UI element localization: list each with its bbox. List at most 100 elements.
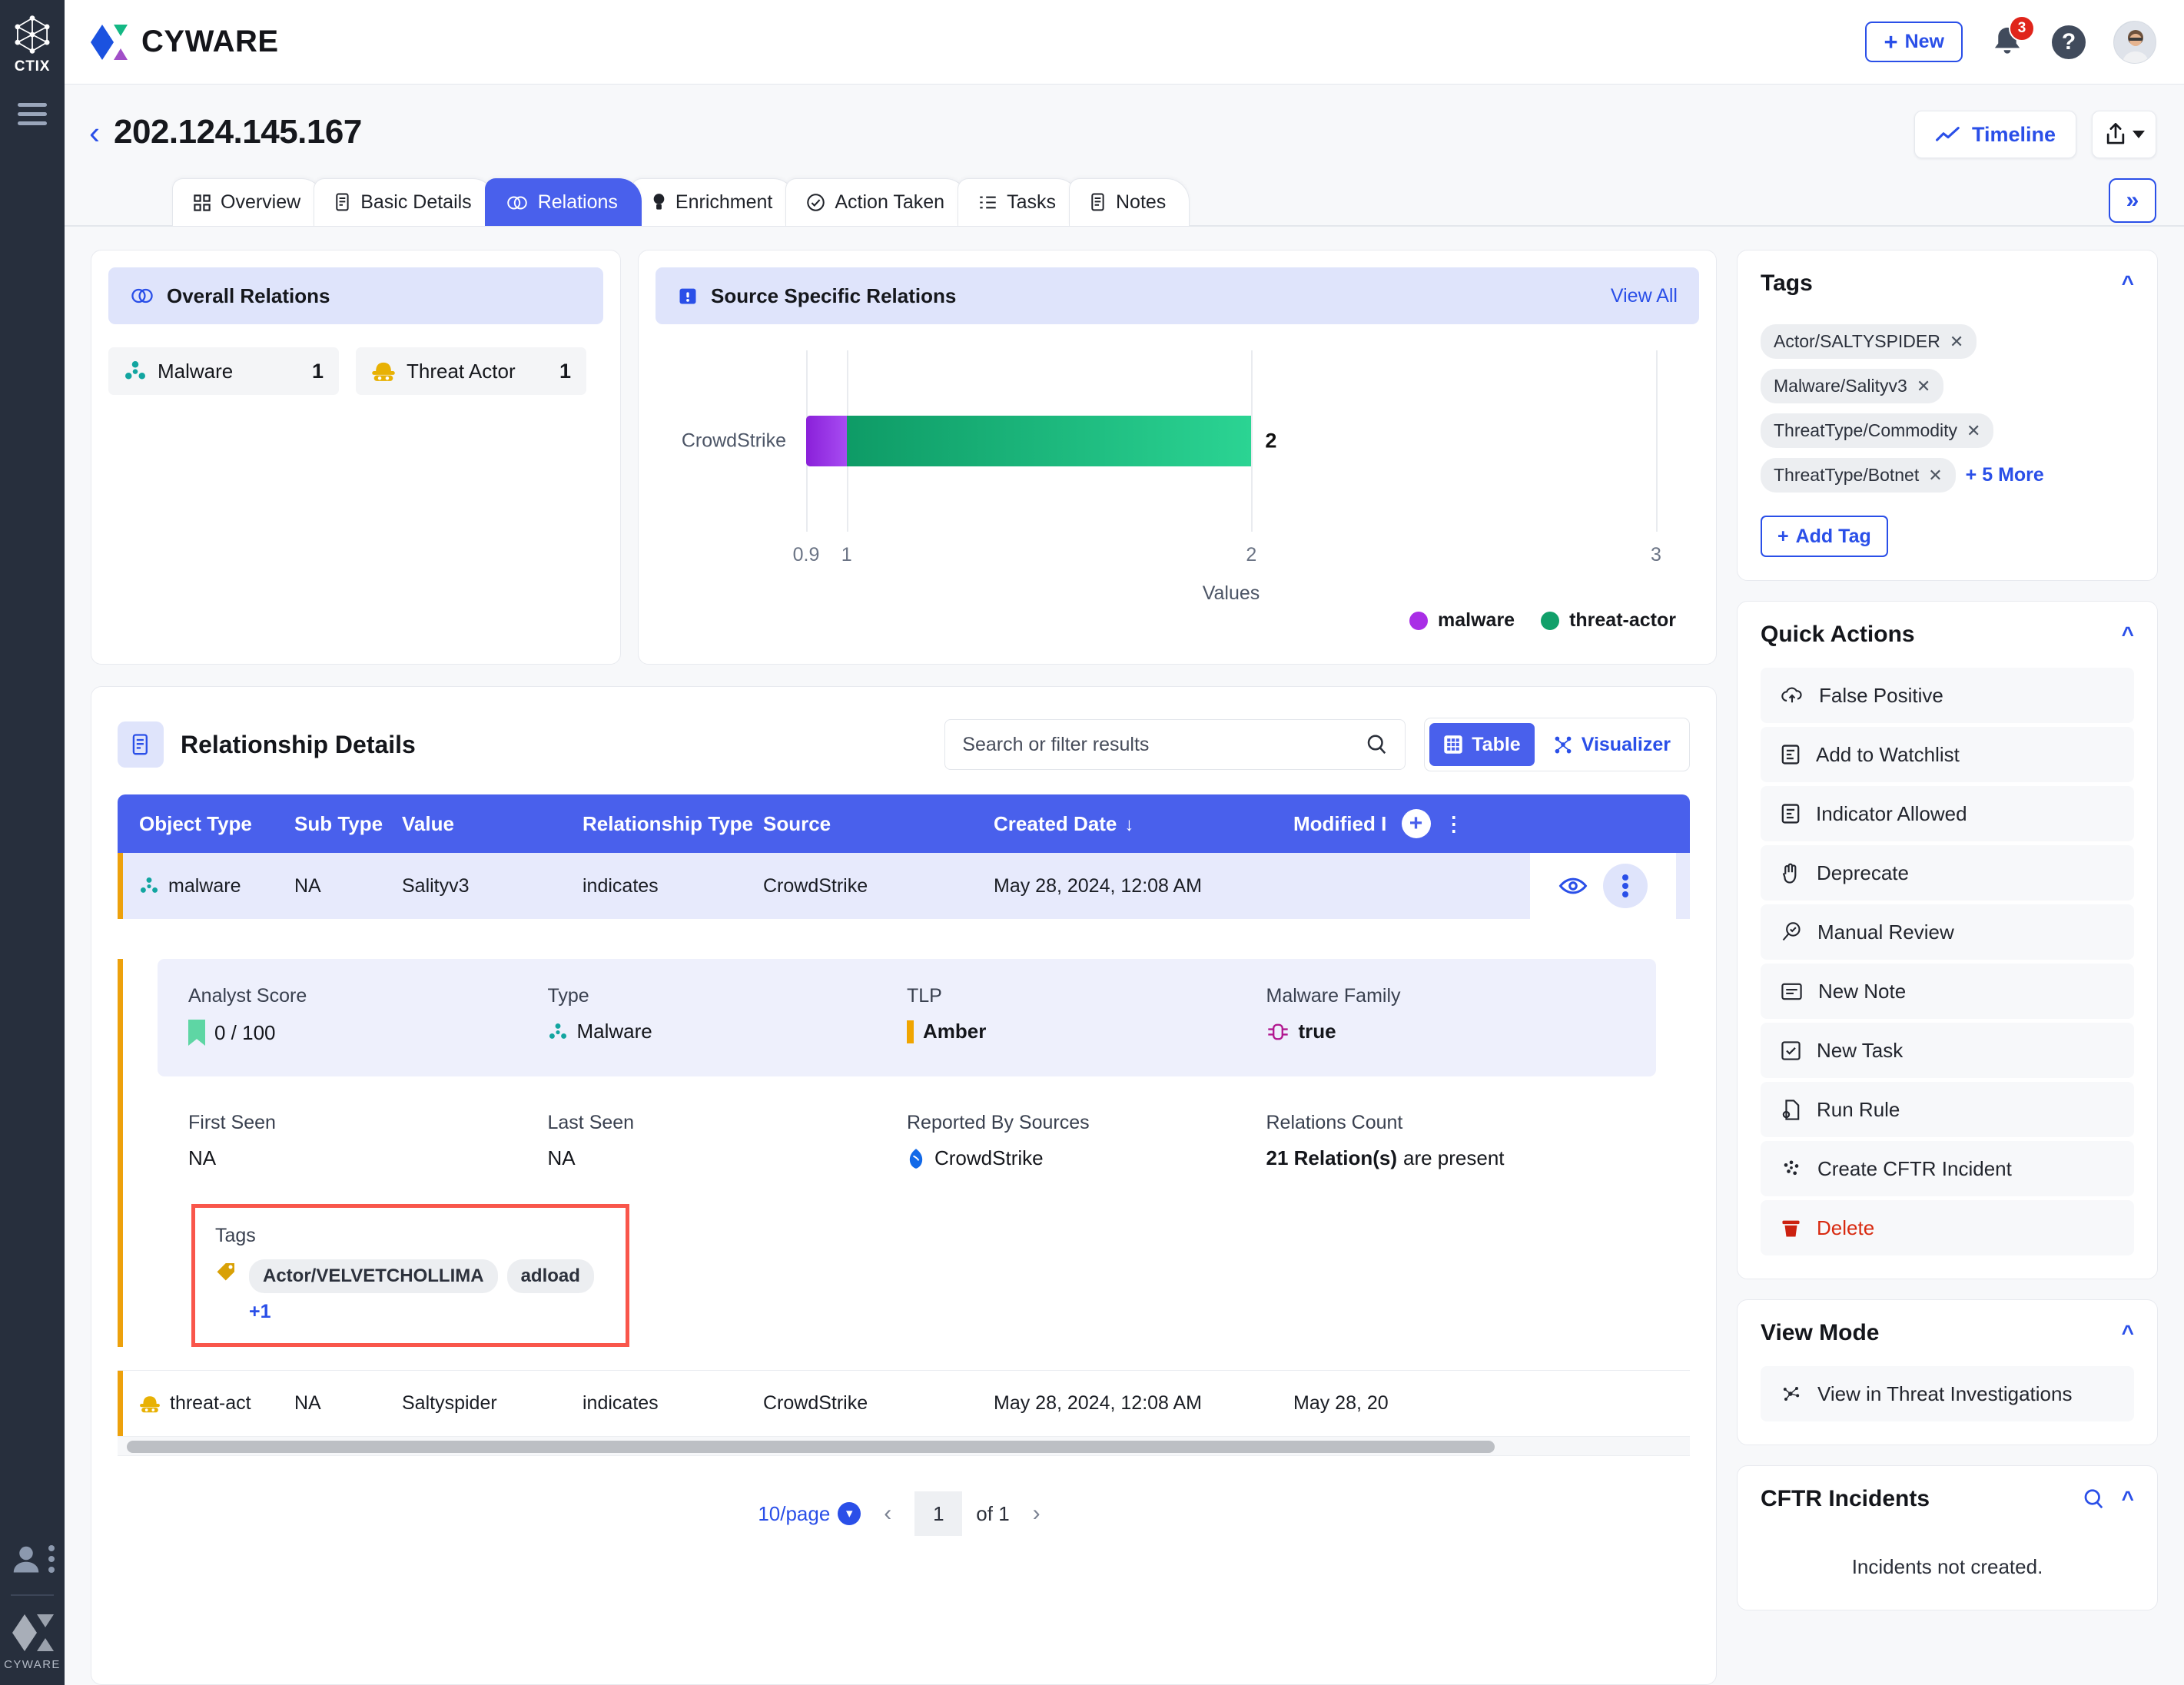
add-tag-button[interactable]: + Add Tag — [1761, 516, 1888, 557]
relations-icon — [506, 194, 529, 211]
kebab-icon[interactable] — [48, 1545, 55, 1573]
left-rail: CTIX CYWARE — [0, 0, 65, 1685]
quick-action-create-cftr-incident[interactable]: Create CFTR Incident — [1761, 1141, 2134, 1196]
relation-chip-malware[interactable]: Malware 1 — [108, 347, 339, 395]
bookmark-icon — [188, 1020, 205, 1046]
remove-tag-icon[interactable]: ✕ — [1917, 376, 1930, 396]
quick-action-run-rule[interactable]: Run Rule — [1761, 1082, 2134, 1137]
column-options-icon[interactable]: ⋮ — [1444, 812, 1462, 835]
view-all-link[interactable]: View All — [1611, 285, 1678, 307]
gridline — [1656, 350, 1658, 532]
cftr-incidents-title: CFTR Incidents — [1761, 1486, 1930, 1512]
tag-chip[interactable]: Malware/Salityv3✕ — [1761, 369, 1943, 403]
hamburger-icon[interactable] — [18, 103, 47, 125]
column-header-object-type[interactable]: Object Type — [118, 812, 294, 836]
column-header-modified-date[interactable]: Modified I + ⋮ — [1293, 809, 1524, 838]
chevron-up-icon[interactable]: ^ — [2122, 1487, 2134, 1511]
remove-tag-icon[interactable]: ✕ — [1950, 332, 1963, 352]
tab-action-taken[interactable]: Action Taken — [785, 178, 968, 226]
legend-item-threat-actor[interactable]: threat-actor — [1541, 609, 1676, 632]
column-header-source[interactable]: Source — [763, 812, 994, 836]
tab-notes[interactable]: Notes — [1069, 178, 1190, 226]
quick-action-deprecate[interactable]: Deprecate — [1761, 845, 2134, 901]
detail-relations-count: Relations Count 21 Relation(s) are prese… — [1266, 1112, 1626, 1170]
tab-tasks[interactable]: Tasks — [958, 178, 1080, 226]
avatar[interactable] — [2113, 21, 2156, 64]
user-gear-icon[interactable] — [11, 1544, 55, 1574]
tag-chip[interactable]: ThreatType/Botnet✕ — [1761, 458, 1956, 493]
column-header-value[interactable]: Value — [402, 812, 583, 836]
detail-primary-grid: Analyst Score 0 / 100 Type — [158, 959, 1656, 1076]
row-tag-pill[interactable]: adload — [507, 1259, 594, 1293]
table-icon — [1443, 735, 1463, 755]
chevron-up-icon[interactable]: ^ — [2122, 271, 2134, 296]
quick-action-manual-review[interactable]: Manual Review — [1761, 904, 2134, 960]
cyware-logo-icon — [11, 1613, 54, 1653]
overall-relations-chips: Malware 1 — [108, 347, 603, 395]
search-input[interactable] — [962, 734, 1357, 756]
scrollbar-thumb[interactable] — [127, 1441, 1495, 1453]
notifications-bell-icon[interactable]: 3 — [1990, 25, 2024, 59]
table-row[interactable]: malware NA Salityv3 indicates CrowdStrik… — [118, 853, 1690, 919]
detail-label: Type — [548, 985, 908, 1007]
cell-sub-type: NA — [294, 875, 402, 897]
view-toggle-table[interactable]: Table — [1429, 723, 1534, 766]
timeline-button[interactable]: Timeline — [1914, 111, 2076, 158]
tab-enrichment[interactable]: Enrichment — [631, 178, 796, 226]
new-button[interactable]: + New — [1865, 22, 1963, 62]
remove-tag-icon[interactable]: ✕ — [1928, 466, 1942, 486]
brand[interactable]: CYWARE — [89, 22, 279, 62]
tab-label: Notes — [1116, 191, 1166, 214]
chevron-down-icon: ▾ — [838, 1502, 861, 1525]
tab-relations[interactable]: Relations — [485, 178, 642, 226]
eye-icon[interactable] — [1558, 876, 1588, 896]
quick-action-new-note[interactable]: New Note — [1761, 964, 2134, 1019]
relation-chip-threat-actor[interactable]: Threat Actor 1 — [356, 347, 586, 395]
rail-divider — [11, 1594, 54, 1596]
column-header-created-date[interactable]: Created Date↓ — [994, 812, 1293, 836]
view-in-threat-investigations[interactable]: View in Threat Investigations — [1761, 1366, 2134, 1421]
row-kebab-icon[interactable] — [1603, 864, 1648, 908]
chart-bar-stack[interactable] — [806, 416, 1656, 466]
column-header-sub-type[interactable]: Sub Type — [294, 812, 402, 836]
row-tags-more-link[interactable]: +1 — [249, 1301, 594, 1323]
chart-bar-segment-threat-actor — [847, 416, 1252, 466]
summary-row: Overall Relations Malware 1 — [91, 250, 1717, 665]
page-size-selector[interactable]: 10/page ▾ — [758, 1502, 861, 1526]
legend-item-malware[interactable]: malware — [1409, 609, 1515, 632]
tab-overview[interactable]: Overview — [172, 178, 324, 226]
next-page-button[interactable]: › — [1024, 1501, 1050, 1527]
prev-page-button[interactable]: ‹ — [875, 1501, 901, 1527]
quick-action-new-task[interactable]: New Task — [1761, 1023, 2134, 1078]
view-toggle-visualizer[interactable]: Visualizer — [1539, 723, 1684, 766]
search-icon[interactable] — [2082, 1488, 2105, 1511]
quick-action-indicator-allowed[interactable]: Indicator Allowed — [1761, 786, 2134, 841]
tags-more-link[interactable]: + 5 More — [1966, 464, 2044, 486]
table-horizontal-scrollbar[interactable] — [118, 1436, 1690, 1456]
remove-tag-icon[interactable]: ✕ — [1967, 421, 1980, 441]
tab-basic-details[interactable]: Basic Details — [314, 178, 496, 226]
search-icon[interactable] — [1365, 733, 1388, 756]
table-row[interactable]: threat-act NA Saltyspider indicates Crow… — [118, 1370, 1690, 1436]
current-page-input[interactable]: 1 — [914, 1491, 962, 1536]
quick-action-false-positive[interactable]: False Positive — [1761, 668, 2134, 723]
cftr-incidents-tools: ^ — [2082, 1487, 2134, 1511]
quick-action-add-to-watchlist[interactable]: Add to Watchlist — [1761, 727, 2134, 782]
tag-chip[interactable]: Actor/SALTYSPIDER✕ — [1761, 324, 1977, 359]
row-tag-pill[interactable]: Actor/VELVETCHOLLIMA — [249, 1259, 498, 1293]
search-box[interactable] — [944, 719, 1406, 770]
help-icon[interactable]: ? — [2052, 25, 2086, 59]
add-column-icon[interactable]: + — [1402, 809, 1431, 838]
chevron-up-icon[interactable]: ^ — [2122, 622, 2134, 647]
back-chevron-icon[interactable]: ‹ — [89, 117, 100, 149]
legend-dot — [1541, 612, 1559, 630]
tag-chip[interactable]: ThreatType/Commodity✕ — [1761, 413, 1993, 448]
expand-sidebar-button[interactable]: » — [2109, 178, 2156, 223]
share-button[interactable] — [2092, 111, 2156, 158]
relationship-details-icon — [118, 721, 164, 768]
quick-action-delete[interactable]: Delete — [1761, 1200, 2134, 1255]
detail-analyst-score: Analyst Score 0 / 100 — [188, 985, 548, 1046]
chevron-up-icon[interactable]: ^ — [2122, 1321, 2134, 1345]
column-header-relationship-type[interactable]: Relationship Type — [583, 812, 763, 836]
timeline-icon — [1935, 125, 1961, 144]
